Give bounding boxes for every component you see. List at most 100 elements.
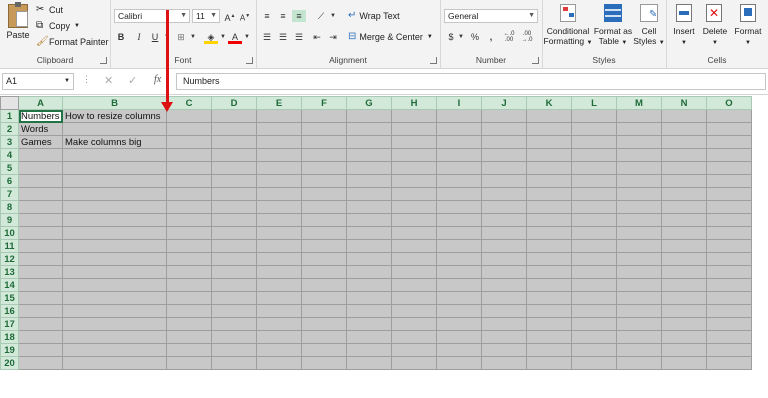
cell-m16[interactable] xyxy=(616,304,662,318)
row-header-15[interactable]: 15 xyxy=(0,291,19,305)
cell-h2[interactable] xyxy=(391,122,437,136)
cell-f11[interactable] xyxy=(301,239,347,253)
decrease-decimal-icon[interactable]: .00 →.0 xyxy=(520,31,534,43)
cell-l8[interactable] xyxy=(571,200,617,214)
cell-n11[interactable] xyxy=(661,239,707,253)
cell-n3[interactable] xyxy=(661,135,707,149)
cell-a1[interactable]: Numbers xyxy=(18,109,63,123)
cell-a15[interactable] xyxy=(18,291,63,305)
cell-f20[interactable] xyxy=(301,356,347,370)
cell-g18[interactable] xyxy=(346,330,392,344)
cell-o17[interactable] xyxy=(706,317,752,331)
cell-o3[interactable] xyxy=(706,135,752,149)
cell-b19[interactable] xyxy=(62,343,167,357)
cell-o16[interactable] xyxy=(706,304,752,318)
cell-o9[interactable] xyxy=(706,213,752,227)
conditional-formatting-button[interactable]: Conditional Formatting ▼ xyxy=(544,4,592,52)
cell-c19[interactable] xyxy=(166,343,212,357)
cell-o13[interactable] xyxy=(706,265,752,279)
row-header-10[interactable]: 10 xyxy=(0,226,19,240)
cell-a3[interactable]: Games xyxy=(18,135,63,149)
cell-a18[interactable] xyxy=(18,330,63,344)
cell-j7[interactable] xyxy=(481,187,527,201)
cell-k14[interactable] xyxy=(526,278,572,292)
align-left-icon[interactable]: ☰ xyxy=(260,31,274,43)
row-header-2[interactable]: 2 xyxy=(0,122,19,136)
row-header-20[interactable]: 20 xyxy=(0,356,19,370)
cell-n14[interactable] xyxy=(661,278,707,292)
cell-o4[interactable] xyxy=(706,148,752,162)
cell-g11[interactable] xyxy=(346,239,392,253)
cell-g6[interactable] xyxy=(346,174,392,188)
cell-e1[interactable] xyxy=(256,109,302,123)
cell-e6[interactable] xyxy=(256,174,302,188)
cell-e20[interactable] xyxy=(256,356,302,370)
cell-h13[interactable] xyxy=(391,265,437,279)
cell-l14[interactable] xyxy=(571,278,617,292)
cell-d9[interactable] xyxy=(211,213,257,227)
cell-b6[interactable] xyxy=(62,174,167,188)
cell-d12[interactable] xyxy=(211,252,257,266)
cell-c12[interactable] xyxy=(166,252,212,266)
cell-a12[interactable] xyxy=(18,252,63,266)
cell-j14[interactable] xyxy=(481,278,527,292)
cell-g8[interactable] xyxy=(346,200,392,214)
cell-c13[interactable] xyxy=(166,265,212,279)
cell-h10[interactable] xyxy=(391,226,437,240)
cell-j19[interactable] xyxy=(481,343,527,357)
cell-e8[interactable] xyxy=(256,200,302,214)
cell-l10[interactable] xyxy=(571,226,617,240)
cell-k6[interactable] xyxy=(526,174,572,188)
cell-m19[interactable] xyxy=(616,343,662,357)
cell-b17[interactable] xyxy=(62,317,167,331)
format-button[interactable]: Format ▼ xyxy=(732,4,764,52)
dialog-launcher-icon[interactable] xyxy=(100,57,107,64)
increase-decimal-icon[interactable]: ←.0.00 xyxy=(502,31,516,43)
cell-e5[interactable] xyxy=(256,161,302,175)
cell-a11[interactable] xyxy=(18,239,63,253)
cell-c14[interactable] xyxy=(166,278,212,292)
cell-g17[interactable] xyxy=(346,317,392,331)
column-header-h[interactable]: H xyxy=(391,96,437,110)
cell-o5[interactable] xyxy=(706,161,752,175)
name-box[interactable]: A1 ▼ xyxy=(2,73,74,90)
cell-f14[interactable] xyxy=(301,278,347,292)
cell-m20[interactable] xyxy=(616,356,662,370)
wrap-text-button[interactable]: ↵ Wrap Text xyxy=(348,10,400,21)
cell-f5[interactable] xyxy=(301,161,347,175)
column-header-e[interactable]: E xyxy=(256,96,302,110)
row-header-13[interactable]: 13 xyxy=(0,265,19,279)
cell-k16[interactable] xyxy=(526,304,572,318)
cell-i18[interactable] xyxy=(436,330,482,344)
cell-g12[interactable] xyxy=(346,252,392,266)
cell-a8[interactable] xyxy=(18,200,63,214)
cell-e9[interactable] xyxy=(256,213,302,227)
cell-k13[interactable] xyxy=(526,265,572,279)
cell-o15[interactable] xyxy=(706,291,752,305)
cell-h12[interactable] xyxy=(391,252,437,266)
cell-b15[interactable] xyxy=(62,291,167,305)
cell-m12[interactable] xyxy=(616,252,662,266)
cell-a7[interactable] xyxy=(18,187,63,201)
cell-l16[interactable] xyxy=(571,304,617,318)
cell-i11[interactable] xyxy=(436,239,482,253)
cell-m13[interactable] xyxy=(616,265,662,279)
cell-c7[interactable] xyxy=(166,187,212,201)
cell-j3[interactable] xyxy=(481,135,527,149)
cell-j9[interactable] xyxy=(481,213,527,227)
cell-f2[interactable] xyxy=(301,122,347,136)
cell-f10[interactable] xyxy=(301,226,347,240)
cell-c1[interactable] xyxy=(166,109,212,123)
cell-n19[interactable] xyxy=(661,343,707,357)
cell-k17[interactable] xyxy=(526,317,572,331)
cell-n1[interactable] xyxy=(661,109,707,123)
row-header-12[interactable]: 12 xyxy=(0,252,19,266)
cell-l20[interactable] xyxy=(571,356,617,370)
row-header-17[interactable]: 17 xyxy=(0,317,19,331)
row-header-18[interactable]: 18 xyxy=(0,330,19,344)
cell-k9[interactable] xyxy=(526,213,572,227)
cell-b13[interactable] xyxy=(62,265,167,279)
cell-n2[interactable] xyxy=(661,122,707,136)
cell-i17[interactable] xyxy=(436,317,482,331)
cell-f17[interactable] xyxy=(301,317,347,331)
